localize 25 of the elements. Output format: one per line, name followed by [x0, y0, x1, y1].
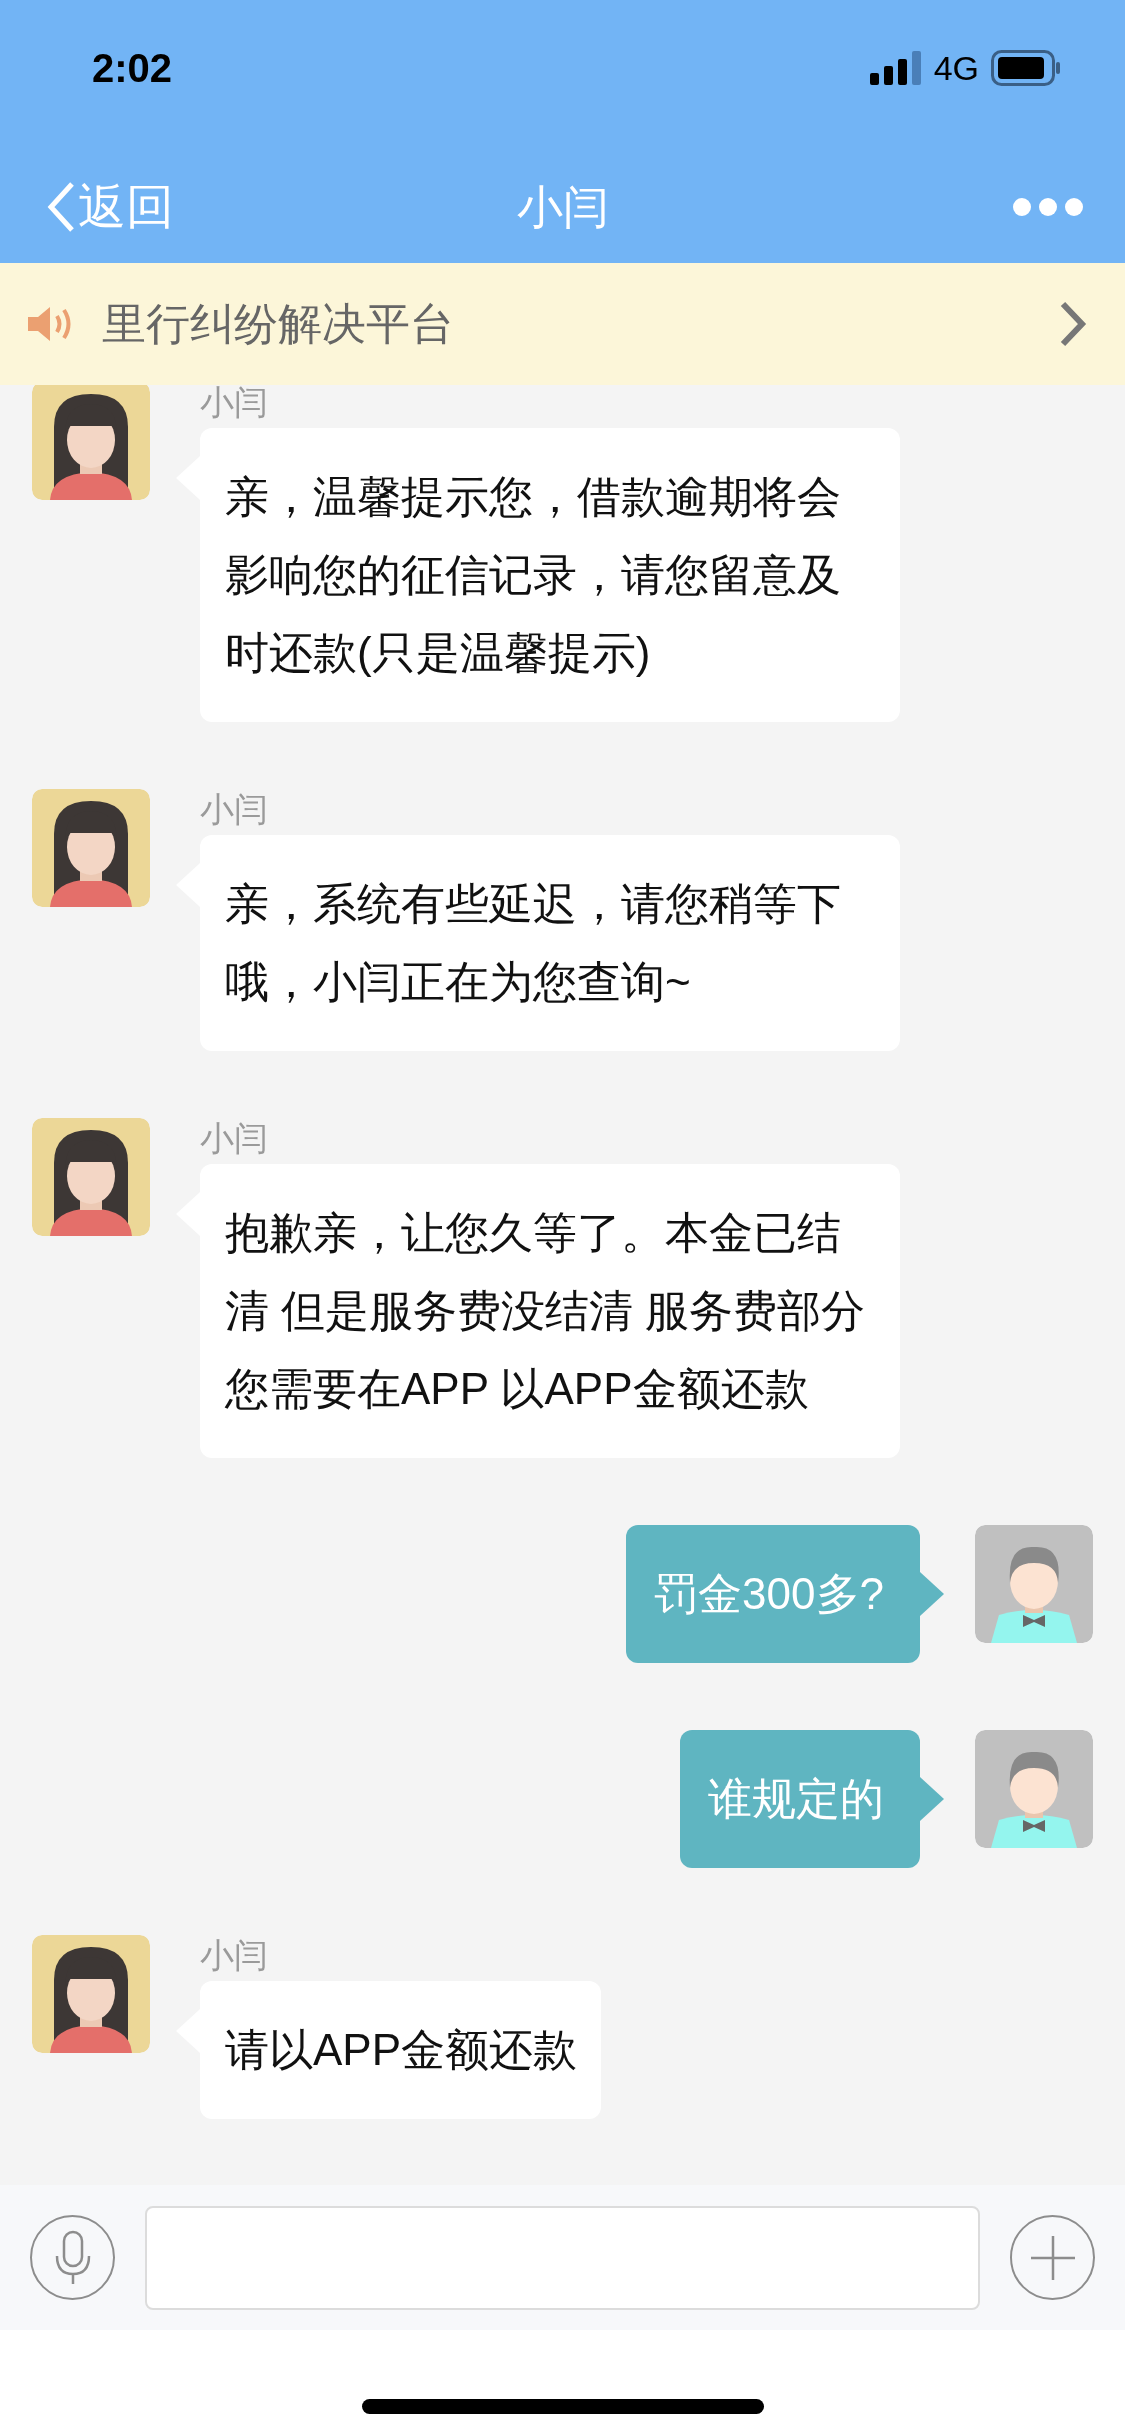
microphone-button[interactable]	[30, 2215, 115, 2300]
message-input[interactable]	[145, 2205, 980, 2310]
bubble-pointer	[920, 1777, 944, 1821]
sender-name: 小闫	[200, 385, 269, 423]
battery-icon	[991, 50, 1061, 86]
notice-banner[interactable]: 里行纠纷解决平台	[0, 263, 1125, 385]
message-bubble: 亲，温馨提示您，借款逾期将会影响您的征信记录，请您留意及时还款(只是温馨提示)	[200, 428, 900, 722]
network-label: 4G	[933, 48, 979, 89]
message-bubble: 请以APP金额还款	[200, 1981, 602, 2119]
message-bubble: 罚金300多?	[626, 1525, 920, 1663]
plus-icon	[1028, 2233, 1077, 2282]
message-bubble: 亲，系统有些延迟，请您稍等下哦，小闫正在为您查询~	[200, 835, 900, 1051]
message-bubble: 抱歉亲，让您久等了。本金已结清 但是服务费没结清 服务费部分您需要在APP 以APP金额还款	[200, 1164, 900, 1458]
signal-icon	[869, 51, 922, 85]
back-chevron-icon	[46, 180, 76, 233]
sender-name: 小闫	[200, 789, 269, 830]
notice-text: 里行纠纷解决平台	[102, 298, 455, 350]
message-bubble: 谁规定的	[680, 1730, 920, 1868]
chevron-right-icon	[1059, 300, 1087, 348]
add-button[interactable]	[1010, 2215, 1095, 2300]
bubble-pointer	[920, 1572, 944, 1616]
sender-name: 小闫	[200, 1935, 269, 1976]
chat-title: 小闫	[516, 179, 609, 235]
status-time: 2:02	[92, 45, 173, 92]
sender-name: 小闫	[200, 1118, 269, 1159]
